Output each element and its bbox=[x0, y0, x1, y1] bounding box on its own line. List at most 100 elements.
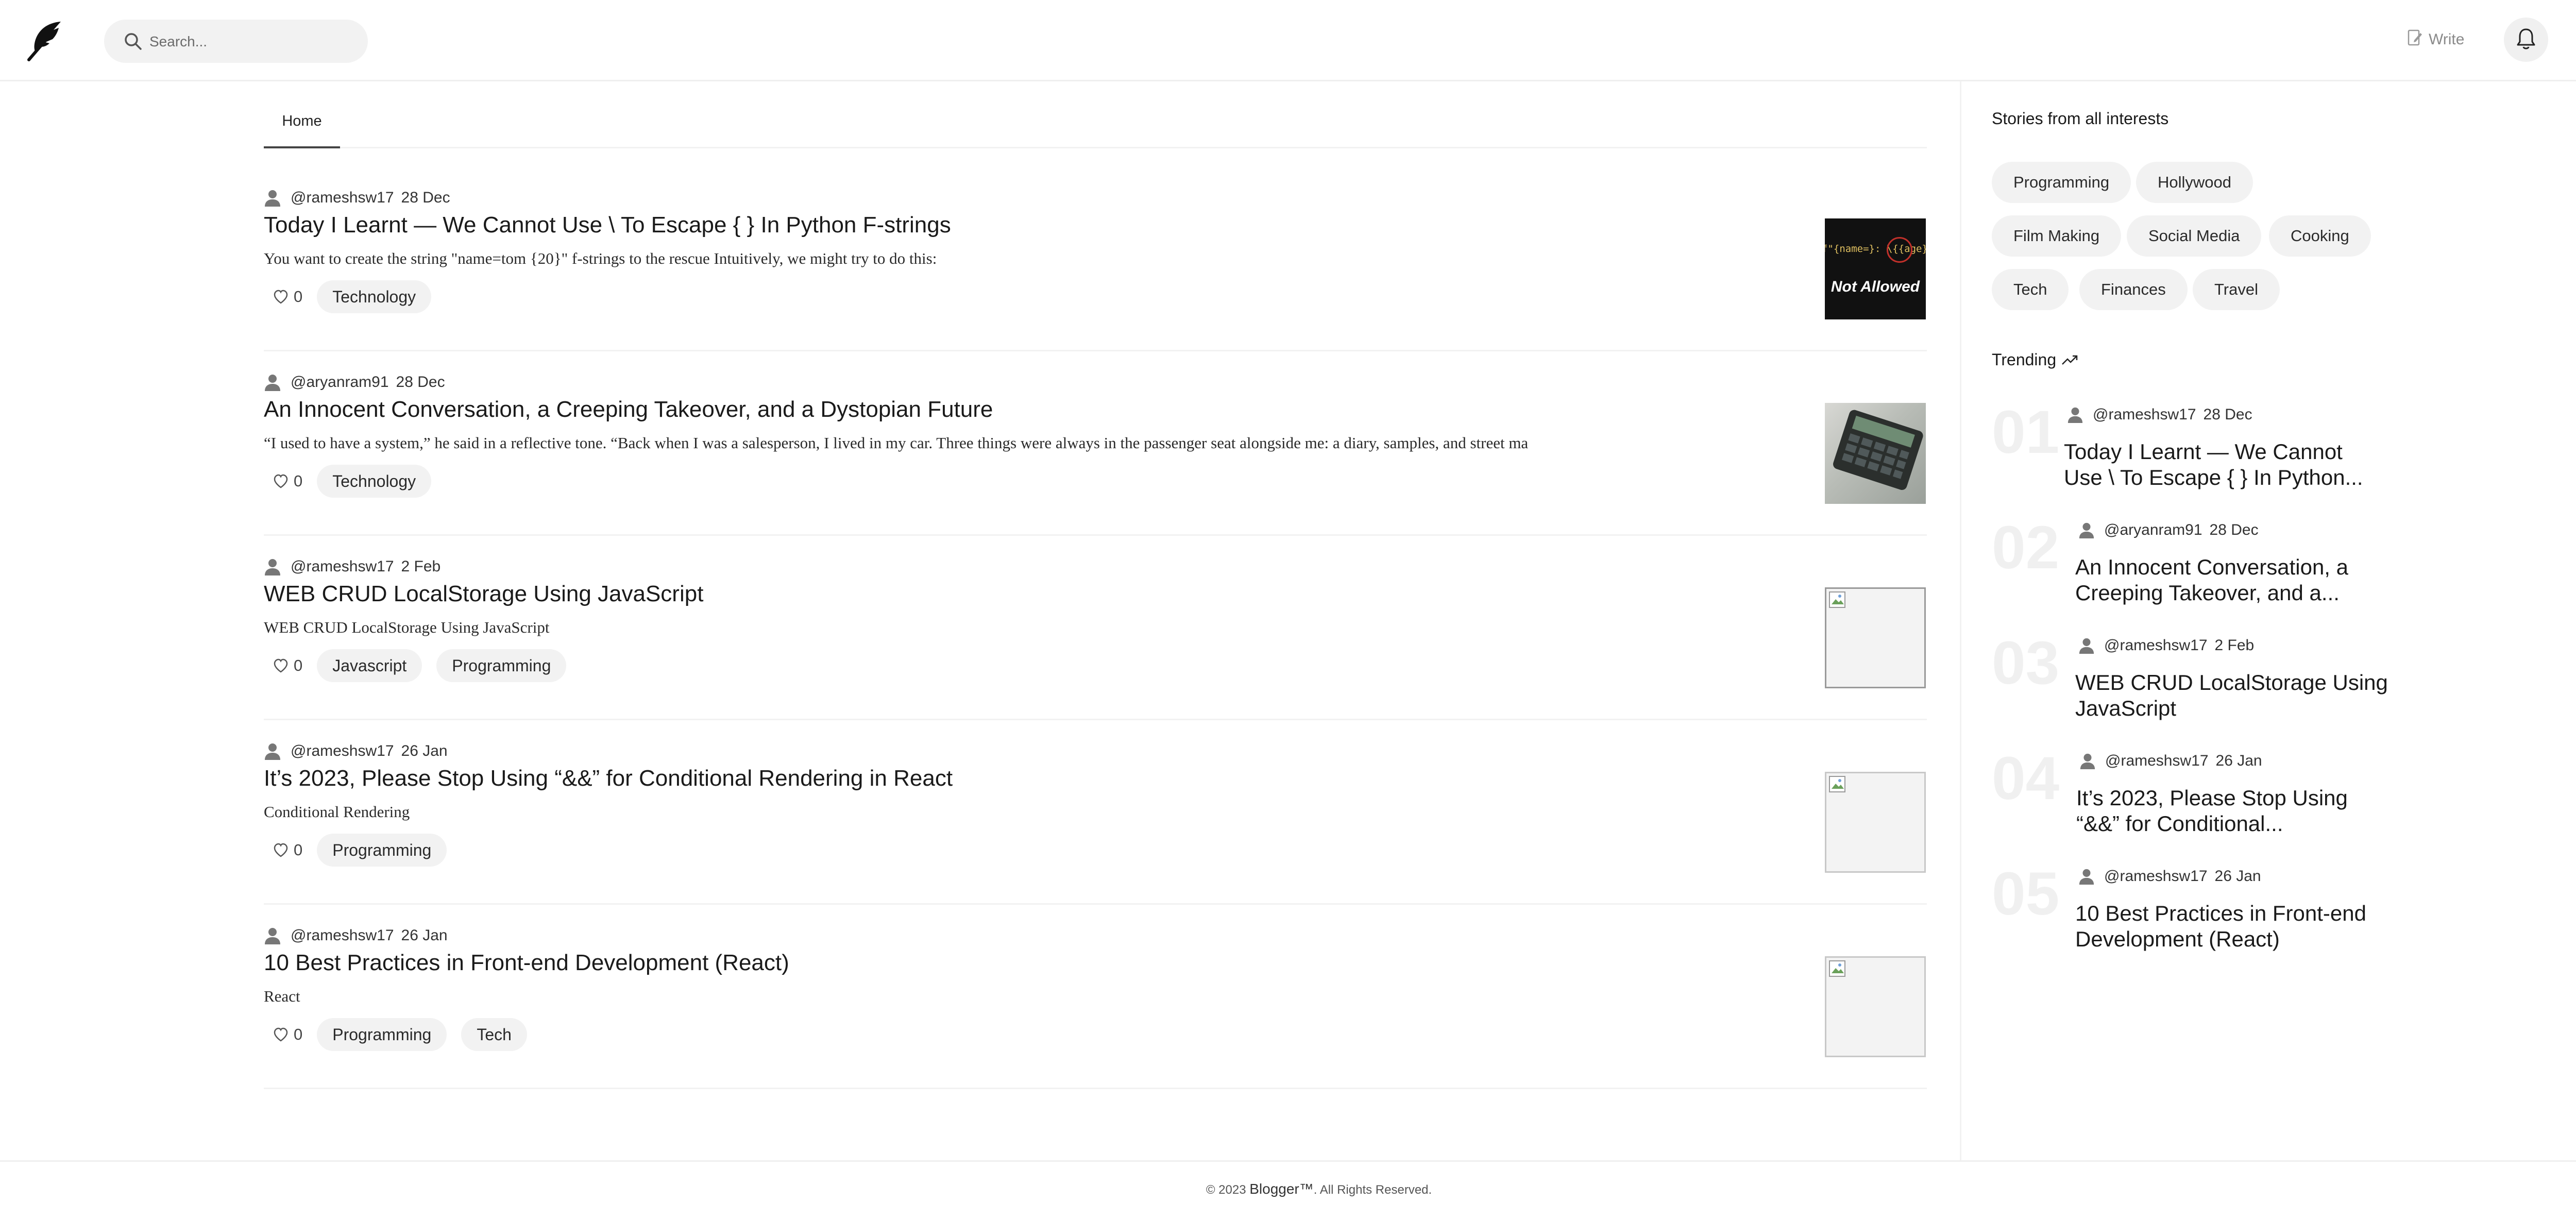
post-tag[interactable]: Tech bbox=[461, 1018, 527, 1051]
interest-chip-programming[interactable]: Programming bbox=[1992, 162, 2131, 203]
post-thumbnail[interactable] bbox=[1825, 587, 1926, 688]
post-title[interactable]: 10 Best Practices in Front-end Developme… bbox=[264, 950, 789, 976]
feather-logo-icon[interactable] bbox=[25, 19, 66, 62]
like-button[interactable]: 0 bbox=[273, 287, 302, 306]
post-title[interactable]: An Innocent Conversation, a Creeping Tak… bbox=[264, 397, 993, 422]
post-thumbnail[interactable]: f"{name=}: \{{age}}" Not Allowed bbox=[1825, 218, 1926, 319]
interests-heading: Stories from all interests bbox=[1992, 109, 2169, 128]
user-avatar[interactable] bbox=[2571, 19, 2576, 62]
trending-title[interactable]: 10 Best Practices in Front-end Developme… bbox=[2075, 901, 2395, 952]
trending-label: Trending bbox=[1992, 350, 2057, 369]
trending-title[interactable]: WEB CRUD LocalStorage Using JavaScript bbox=[2075, 670, 2395, 721]
post-tag[interactable]: Programming bbox=[317, 1018, 447, 1051]
trending-title[interactable]: An Innocent Conversation, a Creeping Tak… bbox=[2075, 554, 2395, 606]
interest-chip-film-making[interactable]: Film Making bbox=[1992, 215, 2122, 257]
user-icon bbox=[2079, 522, 2094, 538]
trending-author[interactable]: @rameshsw17 bbox=[2104, 868, 2208, 885]
write-label: Write bbox=[2429, 31, 2465, 48]
trending-meta: @rameshsw17 28 Dec bbox=[2067, 406, 2252, 424]
trending-item[interactable]: 02 @aryanram91 28 Dec An Innocent Conver… bbox=[1992, 517, 2383, 620]
post-author[interactable]: @rameshsw17 bbox=[291, 927, 394, 944]
interest-chip-social-media[interactable]: Social Media bbox=[2127, 215, 2262, 257]
tab-home[interactable]: Home bbox=[264, 97, 340, 148]
post-footer: 0 Technology bbox=[264, 465, 446, 498]
interest-chip-travel[interactable]: Travel bbox=[2193, 269, 2280, 310]
thumbnail-caption: Not Allowed bbox=[1831, 278, 1920, 295]
footer-brand[interactable]: Blogger™ bbox=[1249, 1181, 1314, 1197]
broken-image-icon bbox=[1829, 960, 1845, 977]
post-snippet: You want to create the string "name=tom … bbox=[264, 249, 937, 267]
post-card[interactable]: @rameshsw17 26 Jan 10 Best Practices in … bbox=[264, 905, 1927, 1089]
trending-rank: 01 bbox=[1992, 398, 2060, 466]
interest-chip-cooking[interactable]: Cooking bbox=[2269, 215, 2371, 257]
post-title[interactable]: Today I Learnt — We Cannot Use \ To Esca… bbox=[264, 212, 951, 238]
post-title[interactable]: It’s 2023, Please Stop Using “&&” for Co… bbox=[264, 766, 953, 791]
post-snippet: Conditional Rendering bbox=[264, 803, 410, 821]
like-button[interactable]: 0 bbox=[273, 841, 302, 859]
thumbnail-strike-mark bbox=[1887, 237, 1912, 263]
post-tag[interactable]: Technology bbox=[317, 280, 432, 313]
post-card[interactable]: @aryanram91 28 Dec An Innocent Conversat… bbox=[264, 351, 1927, 536]
interest-chip-finances[interactable]: Finances bbox=[2079, 269, 2188, 310]
post-tag[interactable]: Technology bbox=[317, 465, 432, 498]
heart-icon bbox=[274, 1027, 288, 1042]
broken-image-icon bbox=[1829, 776, 1845, 792]
search-bar[interactable] bbox=[104, 20, 368, 64]
copyright-prefix: © 2023 bbox=[1206, 1183, 1250, 1197]
user-icon bbox=[2067, 407, 2083, 423]
trending-item[interactable]: 05 @rameshsw17 26 Jan 10 Best Practices … bbox=[1992, 864, 2383, 967]
trending-author[interactable]: @rameshsw17 bbox=[2105, 752, 2209, 770]
post-footer: 0 Javascript Programming bbox=[264, 649, 581, 682]
post-thumbnail[interactable] bbox=[1825, 772, 1926, 873]
post-card[interactable]: @rameshsw17 26 Jan It’s 2023, Please Sto… bbox=[264, 720, 1927, 905]
search-input[interactable] bbox=[148, 20, 357, 64]
trending-rank: 03 bbox=[1992, 629, 2060, 697]
post-snippet: WEB CRUD LocalStorage Using JavaScript bbox=[264, 618, 550, 636]
post-meta: @rameshsw17 26 Jan bbox=[264, 925, 448, 946]
post-card[interactable]: @rameshsw17 2 Feb WEB CRUD LocalStorage … bbox=[264, 536, 1927, 720]
post-footer: 0 Programming Tech bbox=[264, 1018, 541, 1051]
trending-item[interactable]: 04 @rameshsw17 26 Jan It’s 2023, Please … bbox=[1992, 748, 2383, 851]
post-date: 2 Feb bbox=[401, 558, 441, 575]
post-tag[interactable]: Programming bbox=[317, 834, 447, 867]
post-author[interactable]: @rameshsw17 bbox=[291, 742, 394, 760]
trending-date: 26 Jan bbox=[2214, 868, 2261, 885]
post-author[interactable]: @rameshsw17 bbox=[291, 558, 394, 575]
trending-meta: @rameshsw17 26 Jan bbox=[2078, 868, 2261, 885]
like-button[interactable]: 0 bbox=[273, 1025, 302, 1044]
post-thumbnail[interactable] bbox=[1825, 403, 1926, 504]
trending-title[interactable]: It’s 2023, Please Stop Using “&&” for Co… bbox=[2076, 785, 2396, 837]
search-icon bbox=[123, 31, 143, 52]
like-count: 0 bbox=[294, 656, 303, 674]
like-button[interactable]: 0 bbox=[273, 656, 302, 675]
post-title[interactable]: WEB CRUD LocalStorage Using JavaScript bbox=[264, 581, 703, 607]
post-date: 26 Jan bbox=[401, 927, 448, 944]
trending-author[interactable]: @aryanram91 bbox=[2104, 521, 2202, 539]
trending-item[interactable]: 01 @rameshsw17 28 Dec Today I Learnt — W… bbox=[1992, 402, 2383, 505]
post-card[interactable]: @rameshsw17 28 Dec Today I Learnt — We C… bbox=[264, 167, 1927, 351]
trending-date: 28 Dec bbox=[2203, 406, 2252, 423]
post-thumbnail[interactable] bbox=[1825, 956, 1926, 1057]
post-author[interactable]: @rameshsw17 bbox=[291, 189, 394, 207]
trending-title[interactable]: Today I Learnt — We Cannot Use \ To Esca… bbox=[2064, 439, 2383, 490]
post-author[interactable]: @aryanram91 bbox=[291, 374, 389, 391]
post-tag[interactable]: Programming bbox=[436, 649, 567, 682]
trending-item[interactable]: 03 @rameshsw17 2 Feb WEB CRUD LocalStora… bbox=[1992, 629, 2388, 736]
like-button[interactable]: 0 bbox=[273, 472, 302, 490]
trending-author[interactable]: @rameshsw17 bbox=[2104, 637, 2208, 654]
post-footer: 0 Programming bbox=[264, 834, 461, 867]
user-icon bbox=[2079, 869, 2094, 885]
interest-chip-hollywood[interactable]: Hollywood bbox=[2136, 162, 2253, 203]
like-count: 0 bbox=[294, 287, 303, 306]
post-footer: 0 Technology bbox=[264, 280, 446, 313]
like-count: 0 bbox=[294, 472, 303, 490]
interest-chip-tech[interactable]: Tech bbox=[1992, 269, 2069, 310]
post-tag[interactable]: Javascript bbox=[317, 649, 422, 682]
post-date: 26 Jan bbox=[401, 742, 448, 759]
write-button[interactable]: Write bbox=[2407, 27, 2464, 53]
user-icon bbox=[265, 375, 280, 391]
notifications-button[interactable] bbox=[2504, 18, 2548, 62]
page-footer: © 2023 Blogger™. All Rights Reserved. bbox=[0, 1160, 2576, 1219]
post-snippet: “I used to have a system,” he said in a … bbox=[264, 434, 1529, 452]
trending-author[interactable]: @rameshsw17 bbox=[2093, 406, 2196, 424]
